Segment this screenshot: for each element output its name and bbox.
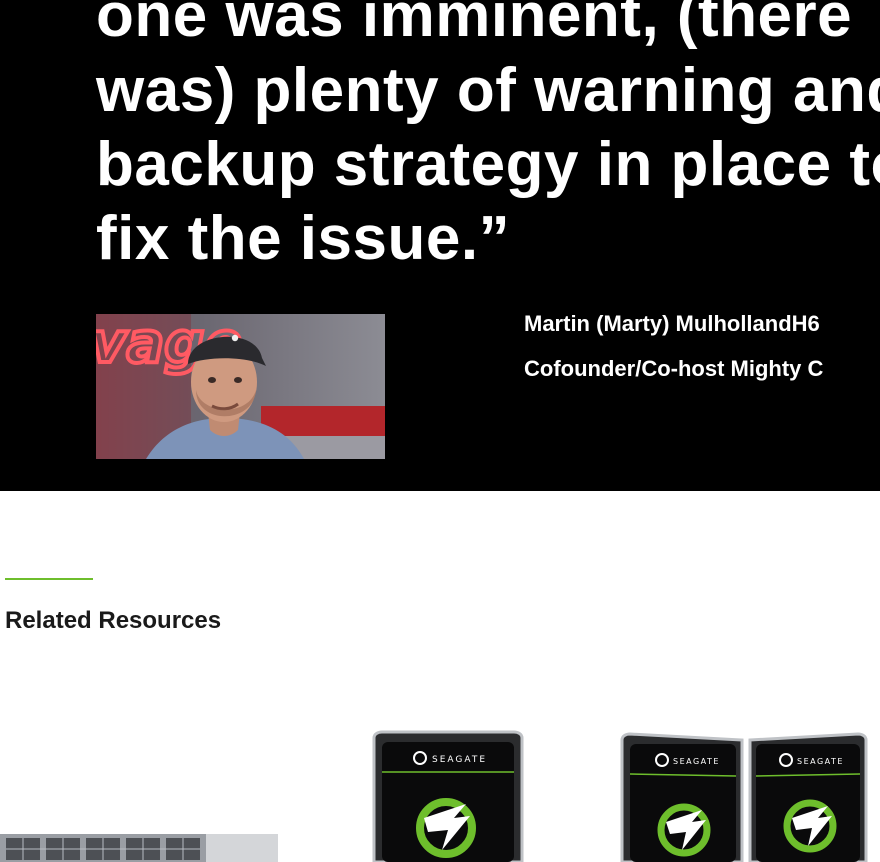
resource-card-nas[interactable] [0,820,300,862]
hard-drive-pair-image: SEAGATE SEAGATE [620,732,868,862]
resource-card-hard-drive-pair[interactable]: SEAGATE SEAGATE [610,730,880,862]
testimonial-section: one was imminent, (there was) plenty of … [0,0,880,491]
svg-text:SEAGATE: SEAGATE [797,757,844,766]
hard-drive-image: SEAGATE [372,730,524,862]
related-resources-heading: Related Resources [5,607,222,634]
quote-line-2: was) plenty of warning and [96,56,880,125]
resource-card-hard-drive[interactable]: SEAGATE [360,730,535,862]
svg-text:SEAGATE: SEAGATE [432,755,487,765]
person-name: Martin (Marty) MulhollandH6 [524,311,820,336]
person-photo: vage [96,314,385,459]
svg-text:SEAGATE: SEAGATE [673,757,720,766]
quote-line-4: fix the issue.” [96,204,511,273]
nas-rackmount-image [0,834,278,862]
quote-line-1: one was imminent, (there [96,0,853,50]
section-accent-divider [5,578,93,580]
quote-line-3: backup strategy in place to [96,130,880,199]
person-role: Cofounder/Co-host Mighty C [524,356,824,381]
